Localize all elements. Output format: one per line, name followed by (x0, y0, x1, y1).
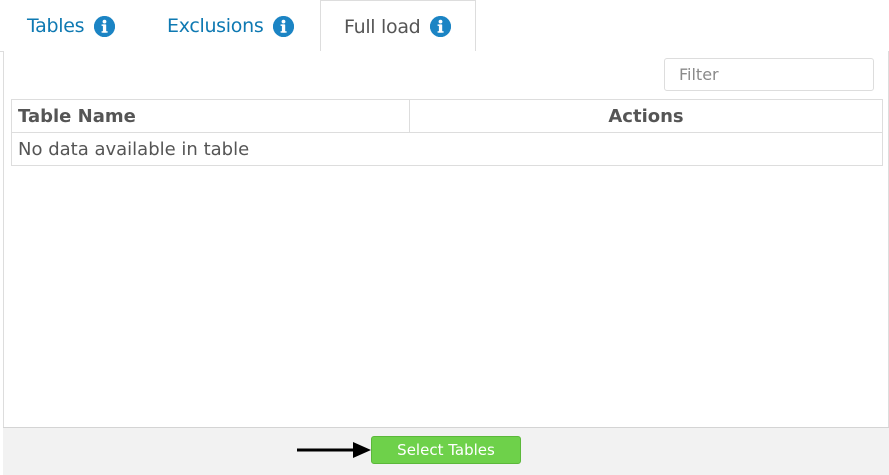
tab-content: Table Name Actions No data available in … (3, 51, 889, 428)
column-header-table-name[interactable]: Table Name (11, 99, 410, 133)
info-icon[interactable] (273, 15, 295, 37)
tab-full-load[interactable]: Full load (320, 0, 476, 53)
tab-bar: Tables Exclusions Full load (0, 0, 889, 53)
arrow-right-icon (297, 442, 371, 458)
tab-full-load-label: Full load (344, 15, 421, 38)
tab-exclusions[interactable]: Exclusions (167, 0, 295, 52)
table-row: No data available in table (11, 132, 883, 166)
empty-table-message: No data available in table (11, 132, 883, 166)
select-tables-button[interactable]: Select Tables (371, 436, 521, 464)
column-header-actions[interactable]: Actions (409, 99, 883, 133)
info-icon[interactable] (94, 15, 116, 37)
footer-bar: Select Tables (3, 427, 889, 475)
tab-tables-label: Tables (27, 15, 85, 37)
info-icon[interactable] (430, 16, 452, 37)
full-load-panel: Tables Exclusions Full load Filter Table… (0, 0, 889, 475)
filter-input[interactable] (664, 58, 874, 91)
table-header-row: Table Name Actions (11, 99, 883, 133)
tab-tables[interactable]: Tables (27, 0, 116, 52)
full-load-table: Table Name Actions No data available in … (11, 99, 883, 166)
tab-exclusions-label: Exclusions (167, 15, 264, 37)
